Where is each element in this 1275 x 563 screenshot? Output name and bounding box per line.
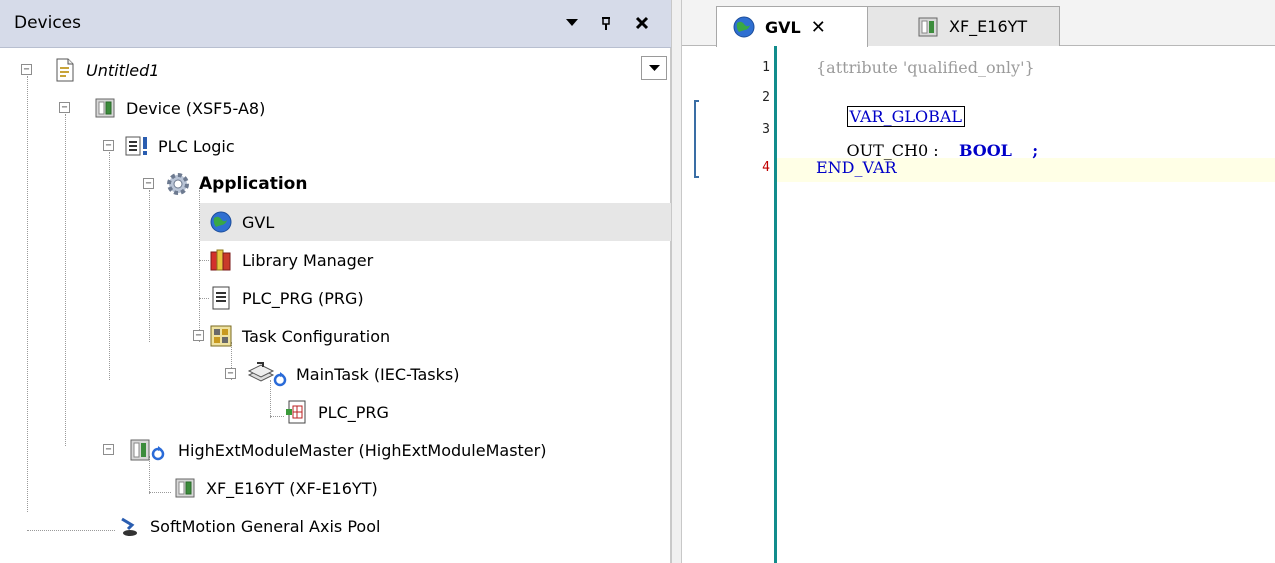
tree-node-task-configuration[interactable]: − Task Configuration (0, 317, 640, 355)
task-stack-icon (246, 362, 288, 387)
tree-node-label: PLC_PRG (318, 402, 389, 422)
tree-node-label: PLC Logic (158, 136, 235, 156)
collapse-toggle[interactable]: − (103, 140, 114, 151)
globe-icon (208, 210, 234, 234)
plc-logic-icon (124, 134, 150, 158)
type-bool: BOOL (958, 141, 1012, 160)
statement-terminator: ; (1032, 141, 1039, 160)
tree-node-label: Library Manager (242, 250, 374, 270)
tab-label: XF_E16YT (949, 17, 1028, 36)
library-books-icon (208, 248, 234, 272)
tree-node-label: Task Configuration (242, 326, 391, 346)
tree-node-device[interactable]: − Device (XSF5-A8) (0, 89, 640, 127)
program-call-icon (284, 400, 310, 424)
tree-node-label: Device (XSF5-A8) (126, 98, 266, 118)
line-number: 1 (762, 60, 770, 75)
tree-node-application[interactable]: − Application (0, 165, 640, 203)
project-file-icon (52, 58, 78, 82)
tree-node-main-task[interactable]: − MainTask (IEC-Tasks) (0, 355, 640, 393)
tree-node-label: Application (199, 174, 308, 194)
code-line-1: {attribute 'qualified_only'} (816, 58, 1035, 77)
device-tree: − Untitled1 − Device (XSF5-A8) − PLC Log… (0, 48, 671, 563)
collapse-toggle[interactable]: − (193, 330, 204, 341)
fold-bracket[interactable] (694, 100, 699, 178)
tree-node-label: SoftMotion General Axis Pool (150, 516, 381, 536)
collapse-toggle[interactable]: − (143, 178, 154, 189)
collapse-toggle[interactable]: − (59, 102, 70, 113)
devices-panel: Devices − Untitled1 − Device (XSF5-A8) −… (0, 0, 671, 563)
tree-node-plc-logic[interactable]: − PLC Logic (0, 127, 640, 165)
pin-icon[interactable] (594, 11, 618, 35)
line-number-current: 4 (762, 160, 770, 175)
tree-node-high-ext-module-master[interactable]: − HighExtModuleMaster (HighExtModuleMast… (0, 431, 640, 469)
tree-node-library-manager[interactable]: Library Manager (200, 241, 640, 279)
devices-panel-header: Devices (0, 0, 671, 48)
tab-xf-e16yt[interactable]: XF_E16YT (860, 6, 1060, 46)
tab-label: GVL (765, 17, 801, 37)
tree-node-project[interactable]: − Untitled1 (0, 51, 640, 89)
code-editor[interactable]: 1 2 3 4 {attribute 'qualified_only'} VAR… (682, 46, 1275, 563)
tree-node-label: Untitled1 (86, 60, 160, 80)
task-configuration-icon (208, 324, 234, 348)
tree-node-label: XF_E16YT (XF-E16YT) (206, 478, 378, 498)
axis-pool-icon (116, 514, 142, 538)
editor-panel: XF_E16YT GVL ✕ 1 2 3 4 {attribute 'quali… (682, 0, 1275, 563)
panel-menu-dropdown-icon[interactable] (560, 11, 584, 35)
devices-panel-title: Devices (14, 13, 81, 33)
module-master-icon (128, 438, 170, 462)
code-line-4: END_VAR (816, 158, 897, 177)
tree-node-label: HighExtModuleMaster (HighExtModuleMaster… (178, 440, 547, 460)
tree-node-xf-e16yt[interactable]: XF_E16YT (XF-E16YT) (0, 469, 640, 507)
collapse-toggle[interactable]: − (103, 444, 114, 455)
editor-gutter-bar (774, 46, 777, 563)
device-module-icon (915, 15, 941, 39)
line-number: 2 (762, 90, 770, 105)
editor-tab-strip: XF_E16YT GVL ✕ (682, 0, 1275, 47)
panel-splitter[interactable] (671, 0, 682, 563)
close-panel-icon[interactable] (630, 11, 654, 35)
globe-icon (731, 15, 757, 39)
program-document-icon (208, 286, 234, 310)
tree-node-label: PLC_PRG (PRG) (242, 288, 364, 308)
close-tab-icon[interactable]: ✕ (811, 17, 826, 38)
collapse-toggle[interactable]: − (21, 64, 32, 75)
tree-node-softmotion-axis-pool[interactable]: SoftMotion General Axis Pool (0, 507, 640, 545)
tree-node-gvl[interactable]: GVL (200, 203, 671, 241)
tab-gvl[interactable]: GVL ✕ (716, 6, 868, 47)
tree-node-label: MainTask (IEC-Tasks) (296, 364, 460, 384)
collapse-toggle[interactable]: − (225, 368, 236, 379)
tree-node-plc-prg[interactable]: PLC_PRG (PRG) (200, 279, 640, 317)
application-gear-icon (165, 172, 191, 196)
tree-node-label: GVL (242, 212, 275, 232)
tree-node-plc-prg-call[interactable]: PLC_PRG (280, 393, 640, 431)
device-module-icon (172, 476, 198, 500)
line-number: 3 (762, 122, 770, 137)
device-icon (92, 96, 118, 120)
